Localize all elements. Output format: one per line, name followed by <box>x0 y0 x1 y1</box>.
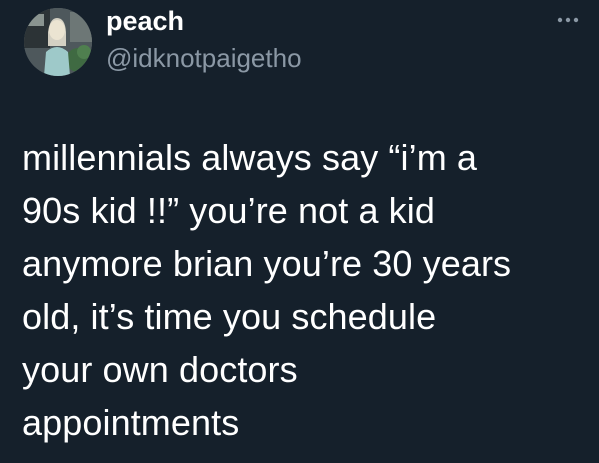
author-handle[interactable]: @idknotpaigetho <box>106 41 302 75</box>
avatar-photo <box>24 8 92 76</box>
tweet-card: peach @idknotpaigetho millennials always… <box>0 0 599 463</box>
more-options-button[interactable] <box>546 8 590 32</box>
avatar[interactable] <box>24 8 92 76</box>
author-display-name[interactable]: peach <box>106 3 184 39</box>
more-horizontal-icon <box>557 17 579 23</box>
tweet-text: millennials always say “i’m a 90s kid !!… <box>22 137 512 443</box>
